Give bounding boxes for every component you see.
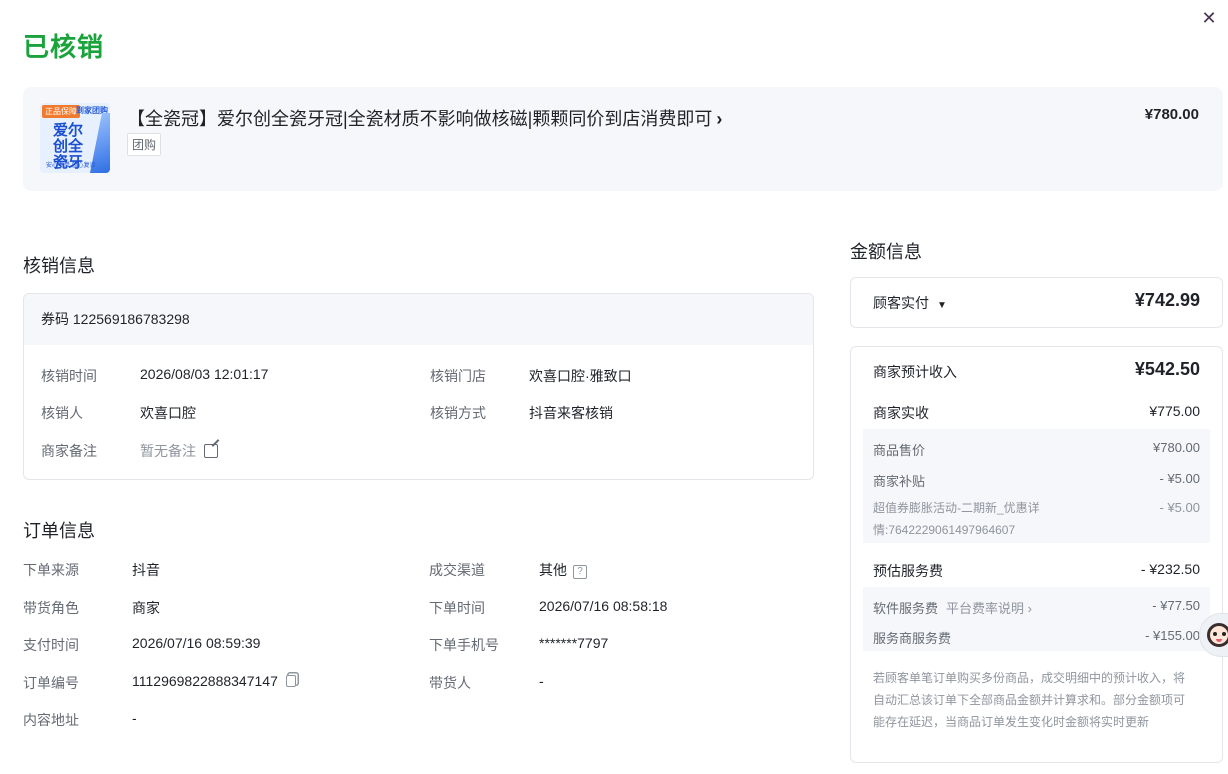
order-time-value: 2026/07/16 08:58:18 [539, 598, 668, 614]
merchant-expected-value: ¥542.50 [1134, 359, 1200, 379]
verify-person-label: 核销人 [41, 405, 83, 421]
order-number-row: 订单编号 1112969822888347147 [23, 673, 296, 693]
software-fee-value: - ¥77.50 [1152, 598, 1200, 613]
verification-section-title: 核销信息 [23, 256, 95, 276]
promoter-value: - [539, 673, 544, 689]
order-section-title: 订单信息 [23, 521, 95, 541]
customer-paid-value: ¥742.99 [1134, 290, 1200, 310]
verify-store-row: 核销门店 欢喜口腔·雅致口 [430, 366, 632, 386]
software-fee-label: 软件服务费 [873, 601, 939, 616]
role-label: 带货角色 [23, 600, 79, 616]
subsidy-value: - ¥5.00 [1159, 471, 1200, 486]
verify-time-value: 2026/08/03 12:01:17 [140, 366, 269, 382]
merchant-remark-label: 商家备注 [41, 443, 97, 459]
chevron-right-icon: › [716, 109, 723, 129]
promo-line2: 情:7642229061497964607 [873, 523, 1016, 537]
order-number-field: 1112969822888347147 [132, 673, 296, 689]
product-title-link[interactable]: 【全瓷冠】爱尔创全瓷牙冠|全瓷材质不影响做核磁|颗颗同价到店消费即可 › [127, 105, 722, 131]
edit-icon[interactable] [204, 444, 218, 458]
product-price: ¥780.00 [1144, 106, 1199, 123]
chevron-right-icon: › [1027, 601, 1032, 616]
page-title: 已核销 [23, 32, 105, 62]
provider-fee-value: - ¥155.00 [1145, 628, 1200, 643]
platform-rate-link[interactable]: 平台费率说明 › [946, 601, 1032, 616]
merchant-remark-row: 商家备注 暂无备注 [41, 441, 218, 461]
customer-paid-card[interactable]: 顾客实付 ▼ ¥742.99 [850, 277, 1223, 328]
platform-rate-link-label: 平台费率说明 [946, 601, 1025, 616]
amount-note: 若顾客单笔订单购买多份商品，成交明细中的预计收入，将自动汇总该订单下全部商品金额… [873, 671, 1186, 729]
promoter-label: 带货人 [429, 675, 471, 691]
pay-time-value: 2026/07/16 08:59:39 [132, 635, 261, 651]
customer-paid-toggle[interactable]: 顾客实付 ▼ [873, 293, 947, 313]
role-value: 商家 [132, 600, 160, 616]
phone-label: 下单手机号 [429, 637, 499, 653]
promoter-row: 带货人 - [429, 673, 544, 693]
help-icon[interactable]: ? [573, 565, 587, 579]
merchant-remark-value: 暂无备注 [140, 443, 196, 459]
phone-row: 下单手机号 *******7797 [429, 635, 608, 655]
chevron-down-icon: ▼ [937, 300, 947, 311]
verify-time-label: 核销时间 [41, 368, 97, 384]
provider-fee-label: 服务商服务费 [873, 631, 952, 646]
amount-section-title: 金额信息 [850, 242, 922, 262]
coupon-label: 券码 [41, 311, 69, 327]
verify-store-label: 核销门店 [430, 368, 486, 384]
product-title: 【全瓷冠】爱尔创全瓷牙冠|全瓷材质不影响做核磁|颗颗同价到店消费即可 [127, 109, 713, 129]
thumb-tag-left: 正品保障 [42, 105, 80, 118]
order-number-label: 订单编号 [23, 675, 79, 691]
verify-person-value: 欢喜口腔 [140, 405, 196, 421]
verify-method-value: 抖音来客核销 [529, 405, 613, 421]
order-time-label: 下单时间 [429, 600, 485, 616]
content-address-row: 内容地址 - [23, 710, 137, 730]
product-thumbnail: 正品保障 到家团购 爱尔创全瓷牙 安心下单 放心复诊 [40, 103, 110, 173]
deal-channel-row: 成交渠道 其他? [429, 560, 587, 580]
copy-icon[interactable] [285, 675, 296, 687]
deal-channel-value: 其他 [539, 562, 567, 578]
coupon-code: 122569186783298 [72, 311, 190, 327]
pay-time-label: 支付时间 [23, 637, 79, 653]
subsidy-label: 商家补贴 [873, 474, 926, 489]
service-fee-label: 预估服务费 [873, 563, 943, 579]
merchant-expected-label: 商家预计收入 [873, 364, 957, 380]
pay-time-row: 支付时间 2026/07/16 08:59:39 [23, 635, 260, 655]
order-number-value: 1112969822888347147 [132, 673, 278, 689]
goods-price-label: 商品售价 [873, 443, 926, 458]
merchant-remark-field[interactable]: 暂无备注 [140, 441, 218, 461]
merchant-income-card: 商家预计收入 ¥542.50 商家实收 ¥775.00 商品售价 ¥780.00… [850, 346, 1223, 763]
content-address-value: - [132, 710, 137, 726]
verify-method-label: 核销方式 [430, 405, 486, 421]
verify-person-row: 核销人 欢喜口腔 [41, 403, 196, 423]
order-time-row: 下单时间 2026/07/16 08:58:18 [429, 598, 667, 618]
product-card: 正品保障 到家团购 爱尔创全瓷牙 安心下单 放心复诊 【全瓷冠】爱尔创全瓷牙冠|… [23, 87, 1223, 191]
software-fee-field: 软件服务费 平台费率说明 › [873, 598, 1032, 617]
promo-value: - ¥5.00 [1159, 500, 1200, 515]
order-source-value: 抖音 [132, 562, 160, 578]
content-address-label: 内容地址 [23, 712, 79, 728]
verify-store-value: 欢喜口腔·雅致口 [529, 368, 632, 384]
product-type-badge: 团购 [127, 133, 162, 156]
verification-card: 券码 122569186783298 核销时间 2026/08/03 12:01… [23, 293, 814, 480]
order-source-row: 下单来源 抖音 [23, 560, 160, 580]
order-source-label: 下单来源 [23, 562, 79, 578]
merchant-actual-label: 商家实收 [873, 405, 929, 421]
close-icon[interactable]: ✕ [1199, 8, 1219, 28]
thumb-foot: 安心下单 放心复诊 [46, 163, 96, 169]
assistant-face-icon [1207, 623, 1228, 647]
coupon-row: 券码 122569186783298 [24, 294, 813, 345]
merchant-actual-value: ¥775.00 [1149, 403, 1200, 419]
service-fee-value: - ¥232.50 [1140, 561, 1200, 577]
verify-time-row: 核销时间 2026/08/03 12:01:17 [41, 366, 268, 386]
promo-detail: 超值券膨胀活动-二期新_优惠详 情:7642229061497964607 [873, 497, 1040, 541]
deal-channel-label: 成交渠道 [429, 562, 485, 578]
phone-value: *******7797 [539, 635, 609, 651]
verify-method-row: 核销方式 抖音来客核销 [430, 403, 613, 423]
goods-price-value: ¥780.00 [1153, 440, 1200, 455]
role-row: 带货角色 商家 [23, 598, 160, 618]
promo-line1: 超值券膨胀活动-二期新_优惠详 [873, 501, 1040, 515]
customer-paid-label: 顾客实付 [873, 295, 929, 311]
deal-channel-field: 其他? [539, 560, 587, 580]
